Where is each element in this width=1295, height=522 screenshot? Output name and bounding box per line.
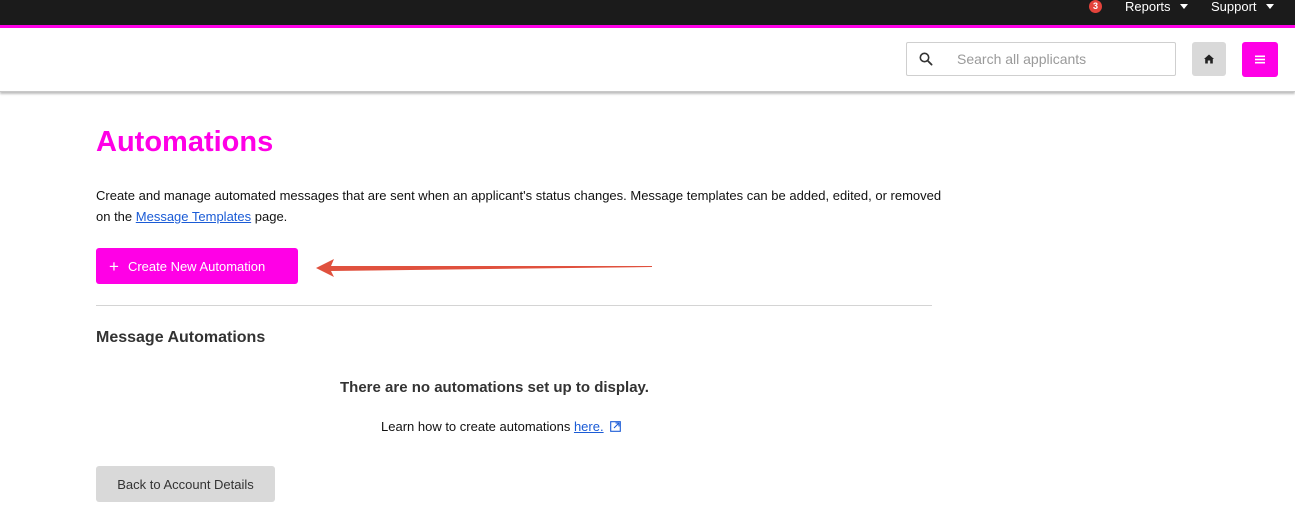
- message-templates-link[interactable]: Message Templates: [136, 209, 251, 224]
- back-to-account-details-button[interactable]: Back to Account Details: [96, 466, 275, 502]
- learn-more-prefix: Learn how to create automations: [381, 419, 574, 434]
- create-new-automation-button[interactable]: + Create New Automation: [96, 248, 298, 284]
- message-automations-heading: Message Automations: [96, 329, 266, 346]
- search-box[interactable]: [906, 42, 1176, 76]
- support-menu-label: Support: [1211, 0, 1257, 14]
- empty-state-message: There are no automations set up to displ…: [340, 379, 649, 396]
- learn-more-text: Learn how to create automations here.: [381, 419, 621, 434]
- page-description: Create and manage automated messages tha…: [96, 185, 946, 227]
- notification-badge[interactable]: 3: [1089, 0, 1102, 13]
- top-nav-bar: 3 Reports Support: [0, 0, 1295, 28]
- home-button[interactable]: [1192, 42, 1226, 76]
- reports-menu-label: Reports: [1125, 0, 1171, 14]
- annotation-arrow-icon: [316, 259, 652, 277]
- description-text-end: page.: [251, 209, 288, 224]
- support-menu[interactable]: Support: [1211, 0, 1274, 14]
- home-icon: [1204, 54, 1214, 64]
- hamburger-menu-button[interactable]: [1242, 42, 1278, 77]
- page-title: Automations: [96, 126, 274, 158]
- plus-icon: +: [109, 257, 119, 276]
- caret-down-icon: [1265, 4, 1274, 10]
- create-button-label: Create New Automation: [127, 259, 266, 274]
- search-input[interactable]: [957, 49, 1167, 69]
- hamburger-menu-icon: [1255, 55, 1265, 64]
- learn-more-link[interactable]: here.: [574, 419, 604, 434]
- external-link-icon[interactable]: [609, 421, 621, 432]
- caret-down-icon: [1179, 4, 1188, 10]
- section-divider: [96, 305, 932, 306]
- reports-menu[interactable]: Reports: [1125, 0, 1188, 14]
- app-header: [0, 28, 1295, 92]
- search-icon: [919, 52, 933, 66]
